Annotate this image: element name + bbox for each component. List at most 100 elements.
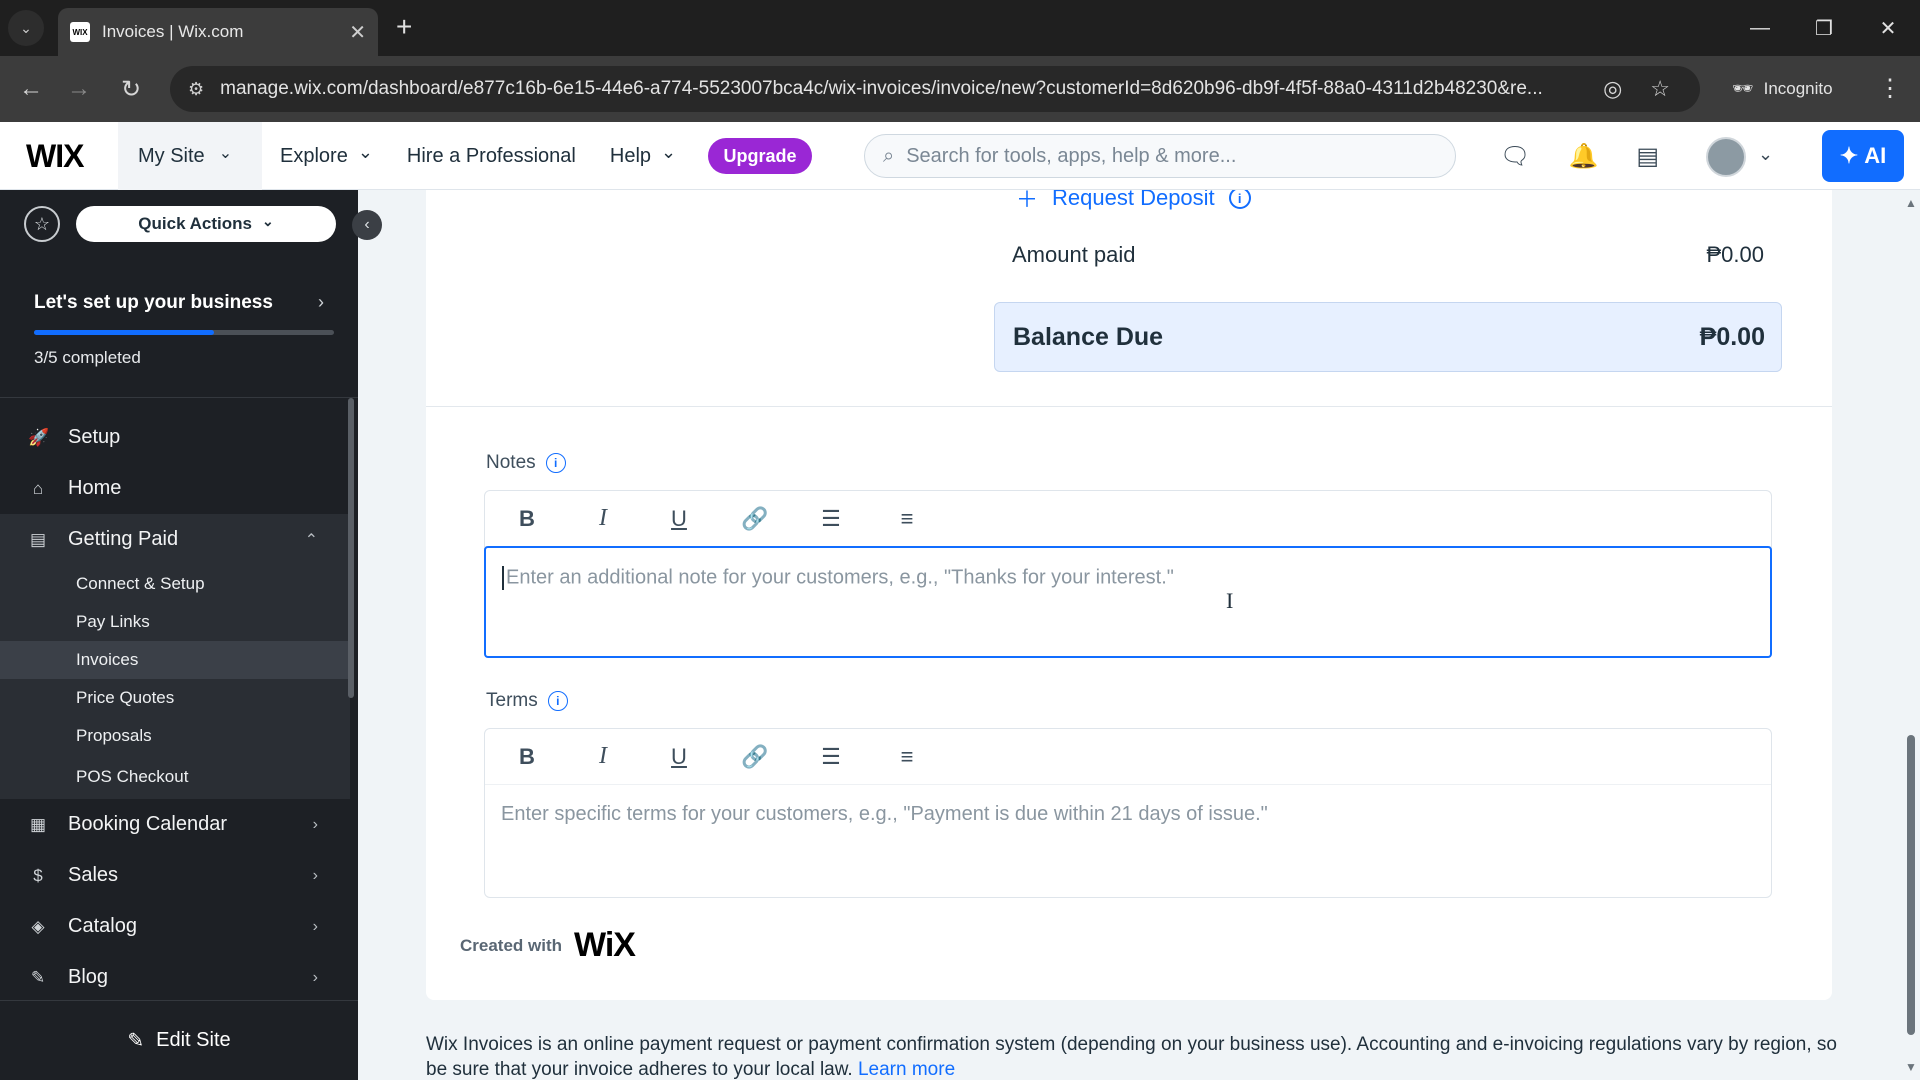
search-input[interactable]: ⌕ Search for tools, apps, help & more... xyxy=(864,134,1456,178)
explore-menu[interactable]: Explore xyxy=(280,145,373,168)
request-deposit-link[interactable]: ＋ Request Deposit i xyxy=(1016,190,1251,214)
terms-textarea[interactable]: Enter specific terms for your customers,… xyxy=(485,785,1771,897)
tab-title: Invoices | Wix.com xyxy=(102,22,244,41)
minimize-icon[interactable]: — xyxy=(1728,0,1792,56)
sidebar-subitem-proposals[interactable]: Proposals xyxy=(0,717,350,755)
site-info-icon[interactable]: ⚙ xyxy=(188,79,204,100)
request-deposit-label: Request Deposit xyxy=(1052,190,1215,210)
underline-icon[interactable]: U xyxy=(659,499,699,539)
italic-icon[interactable]: I xyxy=(583,499,623,539)
bullet-list-icon[interactable]: ☰ xyxy=(811,737,851,777)
scroll-down-icon[interactable]: ▼ xyxy=(1905,1060,1917,1074)
terms-placeholder: Enter specific terms for your customers,… xyxy=(501,803,1268,825)
sidebar-top: ☆ Quick Actions ⌄ xyxy=(0,190,358,258)
sidebar-item-catalog[interactable]: ◈ Catalog › xyxy=(0,901,350,952)
chat-icon[interactable]: 🗨 xyxy=(1500,142,1530,171)
terms-editor: B I U 🔗 ☰ ≡ Enter specific terms for you… xyxy=(484,728,1772,898)
browser-menu-icon[interactable]: ⋮ xyxy=(1878,74,1902,103)
window-controls: — ❐ ✕ xyxy=(1728,0,1920,56)
blog-icon: ✎ xyxy=(30,967,46,987)
close-window-icon[interactable]: ✕ xyxy=(1856,0,1920,56)
sparkle-icon: ✦ xyxy=(1839,143,1859,168)
sidebar-item-setup[interactable]: 🚀 Setup xyxy=(0,412,350,463)
notes-textarea[interactable]: Enter an additional note for your custom… xyxy=(484,546,1772,658)
dollar-icon: $ xyxy=(33,865,43,885)
invoice-card: ＋ Request Deposit i Amount paid ₱0.00 Ba… xyxy=(426,190,1832,1000)
info-icon[interactable]: i xyxy=(1228,190,1251,209)
wix-logo: WiX xyxy=(574,926,636,964)
sidebar-item-home[interactable]: ⌂ Home xyxy=(0,463,350,514)
scroll-up-icon[interactable]: ▲ xyxy=(1905,196,1917,210)
numbered-list-icon[interactable]: ≡ xyxy=(887,737,927,777)
ai-label: AI xyxy=(1864,143,1887,168)
underline-icon[interactable]: U xyxy=(659,737,699,777)
tab-search-icon[interactable]: ⌄ xyxy=(8,10,44,46)
forward-icon[interactable]: → xyxy=(62,72,96,106)
chevron-down-icon: ⌄ xyxy=(261,212,274,229)
quick-actions-button[interactable]: Quick Actions ⌄ xyxy=(76,206,336,242)
tab-close-icon[interactable]: ✕ xyxy=(349,20,366,45)
sidebar-subitem-price-quotes[interactable]: Price Quotes xyxy=(0,679,350,717)
hire-professional-link[interactable]: Hire a Professional xyxy=(407,145,576,168)
incognito-badge[interactable]: 🕶 Incognito xyxy=(1720,68,1845,110)
main-scrollbar[interactable]: ▲ ▼ xyxy=(1902,190,1920,1080)
pencil-icon: ✎ xyxy=(127,1030,145,1052)
star-icon[interactable]: ☆ xyxy=(24,206,60,242)
bell-icon[interactable]: 🔔 xyxy=(1568,142,1598,171)
avatar[interactable] xyxy=(1706,137,1746,177)
sidebar-subitem-pay-links[interactable]: Pay Links xyxy=(0,603,350,641)
my-site-dropdown[interactable]: My Site ⌄ xyxy=(118,122,262,190)
sidebar-item-getting-paid[interactable]: ▤ Getting Paid ⌃ xyxy=(0,514,350,565)
balance-due-value: ₱0.00 xyxy=(1699,323,1765,351)
incognito-label: Incognito xyxy=(1763,79,1833,98)
browser-tab[interactable]: WIX Invoices | Wix.com ✕ xyxy=(58,8,378,56)
bold-icon[interactable]: B xyxy=(507,499,547,539)
setup-progress-card[interactable]: Let's set up your business › 3/5 complet… xyxy=(0,278,358,398)
sidebar-item-sales[interactable]: $ Sales › xyxy=(0,850,350,901)
bullet-list-icon[interactable]: ☰ xyxy=(811,499,851,539)
info-icon[interactable]: i xyxy=(547,691,568,711)
scrollbar-thumb[interactable] xyxy=(1907,735,1915,1035)
eye-off-icon[interactable]: ◎ xyxy=(1603,76,1622,102)
url-field[interactable]: ⚙ manage.wix.com/dashboard/e877c16b-6e15… xyxy=(170,66,1700,112)
notes-label: Notes i xyxy=(486,452,566,474)
collapse-sidebar-icon[interactable]: ‹ xyxy=(352,210,382,240)
sidebar-item-label: Getting Paid xyxy=(68,528,179,550)
sidebar-item-booking-calendar[interactable]: ▦ Booking Calendar › xyxy=(0,799,350,850)
info-icon[interactable]: i xyxy=(545,453,566,473)
restore-icon[interactable]: ❐ xyxy=(1792,0,1856,56)
numbered-list-icon[interactable]: ≡ xyxy=(887,499,927,539)
chevron-up-icon: ⌃ xyxy=(304,531,318,549)
link-icon[interactable]: 🔗 xyxy=(735,737,775,777)
reload-icon[interactable]: ↻ xyxy=(114,72,148,106)
ai-button[interactable]: ✦ AI xyxy=(1822,130,1904,182)
sidebar-item-label: Catalog xyxy=(68,915,137,937)
sidebar-item-blog[interactable]: ✎ Blog › xyxy=(0,952,350,1003)
learn-more-link[interactable]: Learn more xyxy=(858,1059,955,1080)
chevron-down-icon[interactable]: ⌄ xyxy=(1758,144,1773,165)
link-icon[interactable]: 🔗 xyxy=(735,499,775,539)
divider xyxy=(426,406,1832,407)
top-menu: Explore Hire a Professional Help xyxy=(280,122,676,190)
new-tab-icon[interactable]: + xyxy=(396,12,412,42)
setup-count: 3/5 completed xyxy=(34,348,141,367)
back-icon[interactable]: ← xyxy=(14,72,48,106)
sidebar-item-label: Home xyxy=(68,477,122,499)
sidebar-scrollbar[interactable] xyxy=(348,398,354,698)
wix-logo[interactable]: WIX xyxy=(26,138,84,175)
italic-icon[interactable]: I xyxy=(583,737,623,777)
upgrade-button[interactable]: Upgrade xyxy=(708,138,812,174)
browser-tab-bar: ⌄ WIX Invoices | Wix.com ✕ + — ❐ ✕ xyxy=(0,0,1920,56)
sidebar-subitem-pos-checkout[interactable]: POS Checkout xyxy=(0,755,350,799)
bookmark-star-icon[interactable]: ☆ xyxy=(1650,76,1670,102)
bold-icon[interactable]: B xyxy=(507,737,547,777)
sidebar-nav: 🚀 Setup ⌂ Home ▤ Getting Paid ⌃ Connect … xyxy=(0,412,350,1003)
home-icon: ⌂ xyxy=(32,478,44,498)
news-icon[interactable]: ▤ xyxy=(1636,142,1659,171)
edit-site-button[interactable]: ✎ Edit Site xyxy=(0,1000,358,1080)
sidebar-subitem-invoices[interactable]: Invoices xyxy=(0,641,350,679)
help-menu[interactable]: Help xyxy=(610,145,676,168)
address-bar-row: ← → ↻ ⚙ manage.wix.com/dashboard/e877c16… xyxy=(0,56,1920,122)
terms-label-text: Terms xyxy=(486,690,538,711)
sidebar-subitem-connect-setup[interactable]: Connect & Setup xyxy=(0,565,350,603)
